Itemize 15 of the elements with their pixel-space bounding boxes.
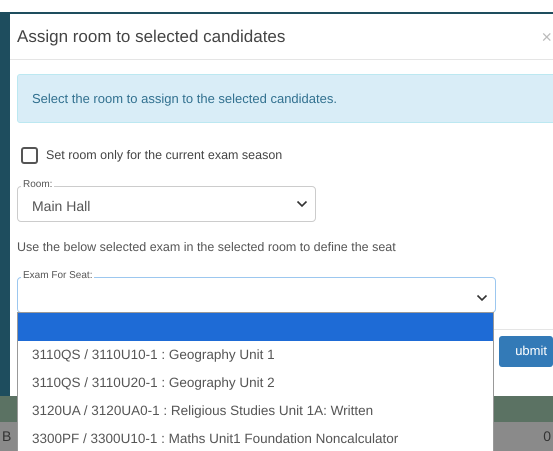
chevron-down-icon (476, 294, 488, 302)
page-text: 0 (543, 427, 551, 446)
room-label: Room: (21, 180, 54, 190)
info-alert: Select the room to assign to the selected candidates. (17, 74, 553, 123)
chevron-down-icon (296, 200, 308, 208)
dropdown-option[interactable] (18, 313, 493, 341)
exam-label: Exam For Seat: (21, 270, 94, 280)
season-label: Set room only for the current exam season (46, 147, 282, 164)
room-value: Main Hall (32, 197, 90, 216)
page-text: B (2, 427, 12, 446)
submit-button[interactable]: ubmit (499, 336, 553, 366)
dialog-title: Assign room to selected candidates (17, 26, 286, 48)
season-checkbox[interactable] (21, 146, 38, 164)
room-select[interactable]: Main Hall (17, 186, 316, 222)
instruction-text: Use the below selected exam in the selected room to define the seat (17, 238, 397, 256)
